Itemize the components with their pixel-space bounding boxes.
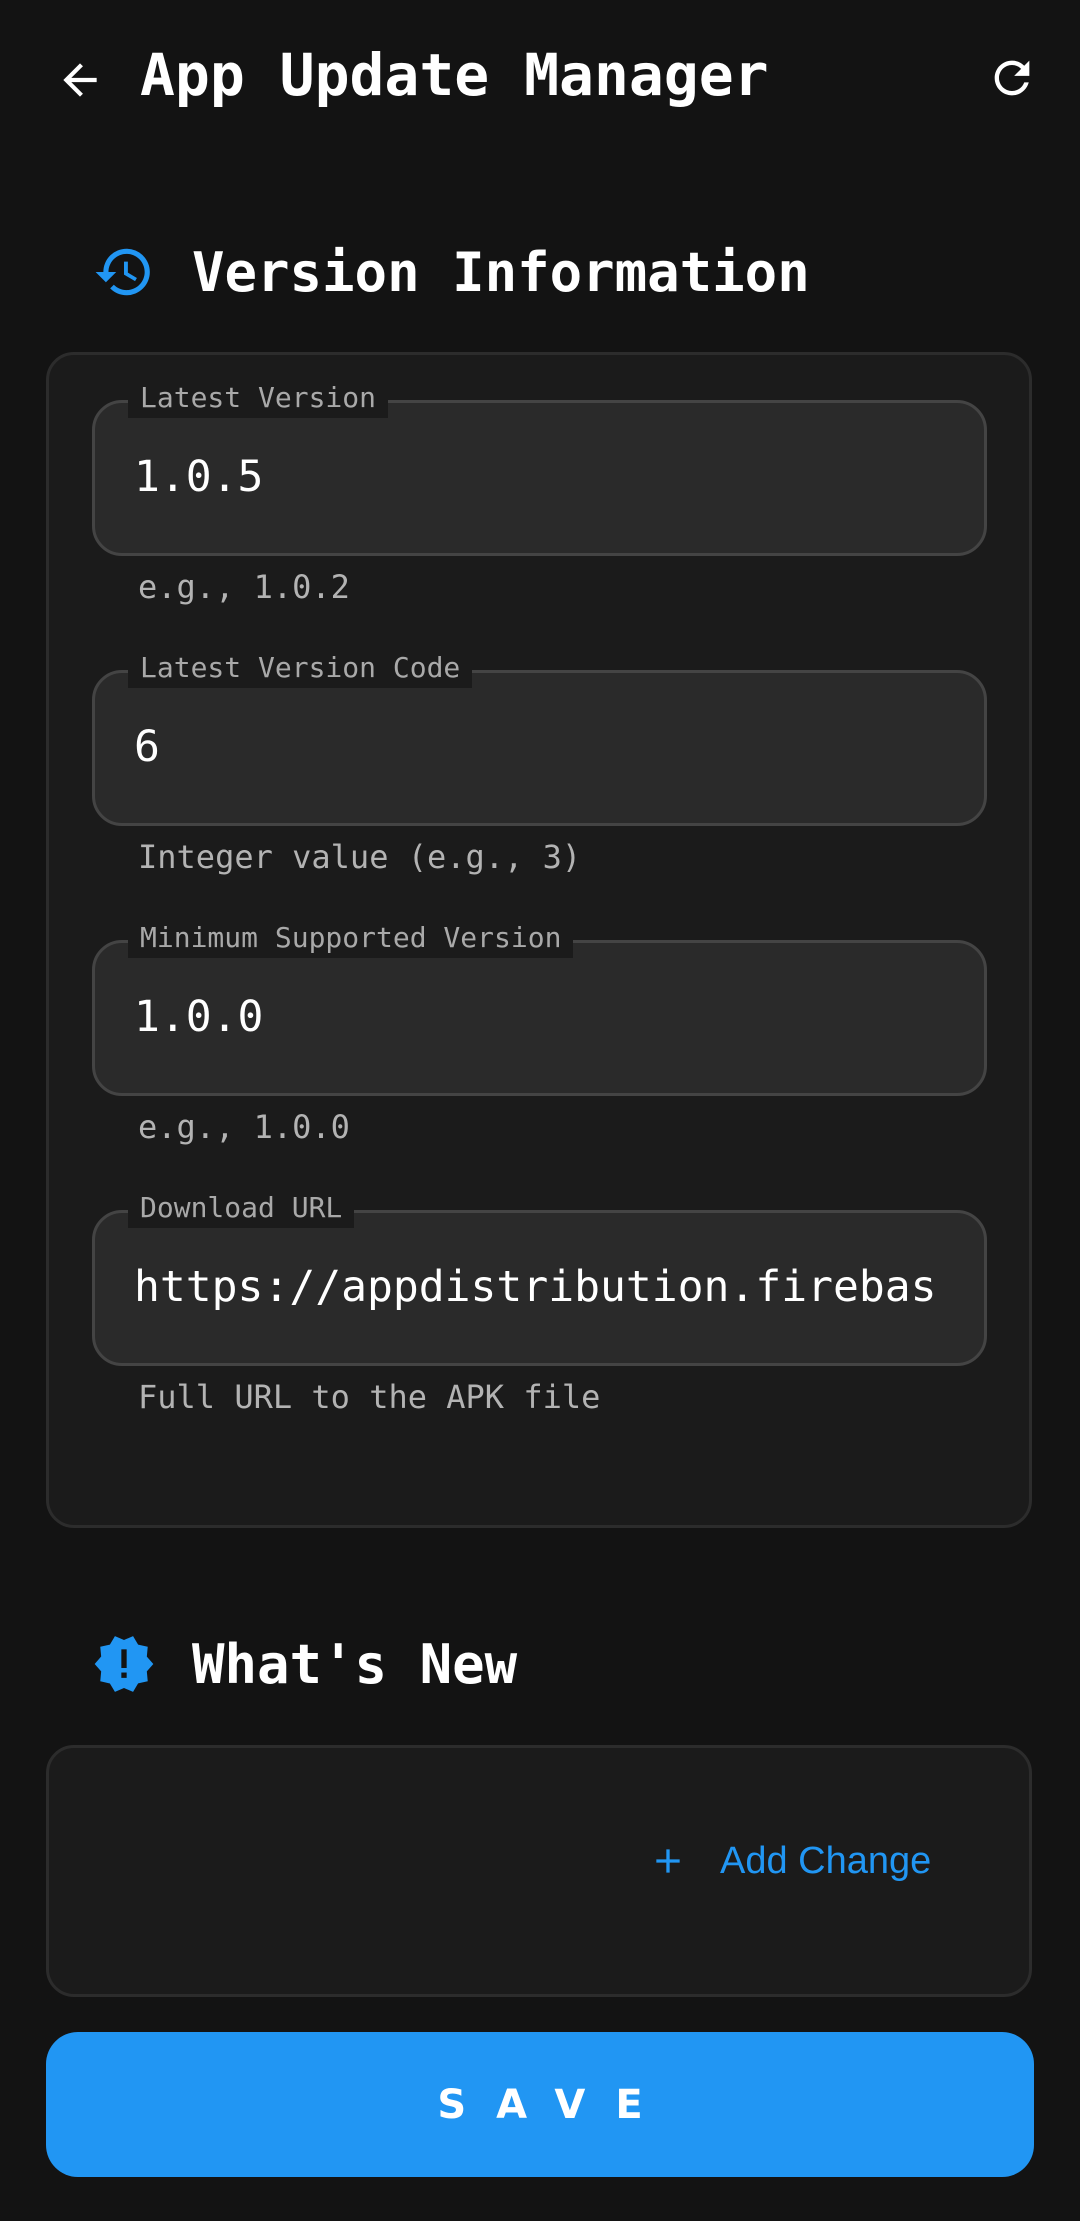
min-version-field[interactable]: Minimum Supported Version bbox=[92, 918, 987, 1100]
min-version-input[interactable] bbox=[134, 978, 944, 1056]
whats-new-section-header: What's New bbox=[92, 1624, 517, 1704]
plus-icon bbox=[656, 1849, 680, 1873]
version-section-title: Version Information bbox=[192, 240, 810, 304]
version-code-label: Latest Version Code bbox=[128, 648, 473, 688]
download-url-field[interactable]: Download URL bbox=[92, 1188, 987, 1370]
refresh-icon bbox=[994, 60, 1030, 96]
download-url-label: Download URL bbox=[128, 1188, 355, 1228]
min-version-label: Minimum Supported Version bbox=[128, 918, 574, 958]
min-version-helper: e.g., 1.0.0 bbox=[138, 1108, 350, 1146]
history-clock-icon bbox=[92, 240, 156, 304]
latest-version-label: Latest Version bbox=[128, 378, 389, 418]
version-code-field[interactable]: Latest Version Code bbox=[92, 648, 987, 830]
version-code-input[interactable] bbox=[134, 708, 944, 786]
arrow-left-icon bbox=[63, 63, 97, 97]
latest-version-helper: e.g., 1.0.2 bbox=[138, 568, 350, 606]
back-button[interactable] bbox=[40, 40, 120, 120]
version-code-helper: Integer value (e.g., 3) bbox=[138, 838, 582, 876]
latest-version-input[interactable] bbox=[134, 438, 944, 516]
download-url-input[interactable] bbox=[134, 1248, 944, 1326]
add-change-button[interactable]: Add Change bbox=[648, 1828, 948, 1894]
add-change-label: Add Change bbox=[720, 1839, 932, 1882]
alert-badge-icon bbox=[92, 1632, 156, 1696]
download-url-helper: Full URL to the APK file bbox=[138, 1378, 601, 1416]
whats-new-section-title: What's New bbox=[192, 1632, 518, 1696]
app-title: App Update Manager bbox=[140, 41, 769, 109]
save-label: SAVE bbox=[437, 2081, 673, 2128]
save-button[interactable]: SAVE bbox=[46, 2032, 1034, 2177]
refresh-button[interactable] bbox=[972, 38, 1052, 118]
latest-version-field[interactable]: Latest Version bbox=[92, 378, 987, 560]
version-section-header: Version Information bbox=[92, 232, 810, 312]
